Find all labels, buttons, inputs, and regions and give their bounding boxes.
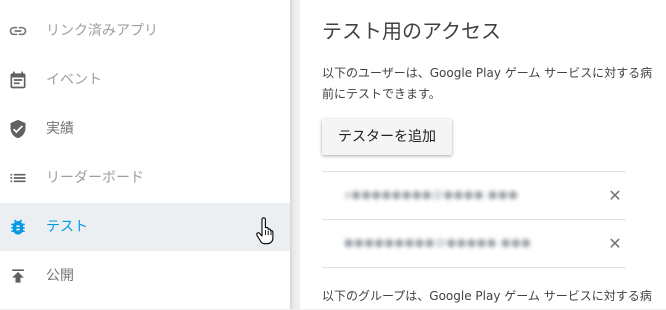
groups-description: 以下のグループは、Google Play ゲーム サービスに対する病: [322, 289, 652, 303]
sidebar-item-leaderboards[interactable]: リーダーボード: [0, 154, 290, 202]
tester-row: a●●●●●●●●@●●●●.●●● ✕: [322, 171, 626, 220]
sidebar-item-label: リーダーボード: [46, 170, 144, 186]
close-icon[interactable]: ✕: [605, 234, 625, 254]
calendar-icon: [8, 70, 28, 90]
hand-cursor-icon: [255, 217, 277, 245]
testers-description-line: 前にテストできます。: [322, 87, 441, 101]
link-icon: [8, 21, 28, 41]
publish-icon: [8, 266, 28, 286]
sidebar-item-label: 実績: [46, 121, 74, 137]
sidebar-item-publish[interactable]: 公開: [0, 252, 290, 300]
testers-description-line: 以下のユーザーは、Google Play ゲーム サービスに対する病: [322, 66, 653, 80]
close-icon[interactable]: ✕: [605, 186, 625, 206]
sidebar: リンク済みアプリ イベント 実績 リーダーボード テスト 公開: [0, 0, 290, 309]
sidebar-item-linked-apps[interactable]: リンク済みアプリ: [0, 7, 290, 55]
tester-row: ●●●●●●●●●@●●●●●.●●● ✕: [322, 219, 626, 268]
tester-email: ●●●●●●●●●@●●●●●.●●●: [344, 236, 532, 249]
sidebar-divider: [290, 0, 300, 309]
sidebar-item-events[interactable]: イベント: [0, 56, 290, 104]
tester-email: a●●●●●●●●@●●●●.●●●: [344, 188, 519, 201]
testers-description: 以下のユーザーは、Google Play ゲーム サービスに対する病 前にテスト…: [322, 63, 666, 105]
sidebar-item-label: テスト: [46, 219, 88, 235]
sidebar-item-achievements[interactable]: 実績: [0, 105, 290, 153]
list-icon: [8, 168, 28, 188]
bug-icon: [8, 217, 28, 237]
shield-check-icon: [8, 119, 28, 139]
sidebar-item-testing[interactable]: テスト: [0, 203, 290, 251]
sidebar-item-label: リンク済みアプリ: [46, 23, 158, 39]
add-tester-button[interactable]: テスターを追加: [322, 119, 452, 155]
page-title: テスト用のアクセス: [322, 19, 501, 43]
sidebar-item-label: 公開: [46, 268, 74, 284]
sidebar-item-label: イベント: [46, 72, 102, 88]
testing-access-panel: テスト用のアクセス 以下のユーザーは、Google Play ゲーム サービスに…: [300, 0, 666, 309]
